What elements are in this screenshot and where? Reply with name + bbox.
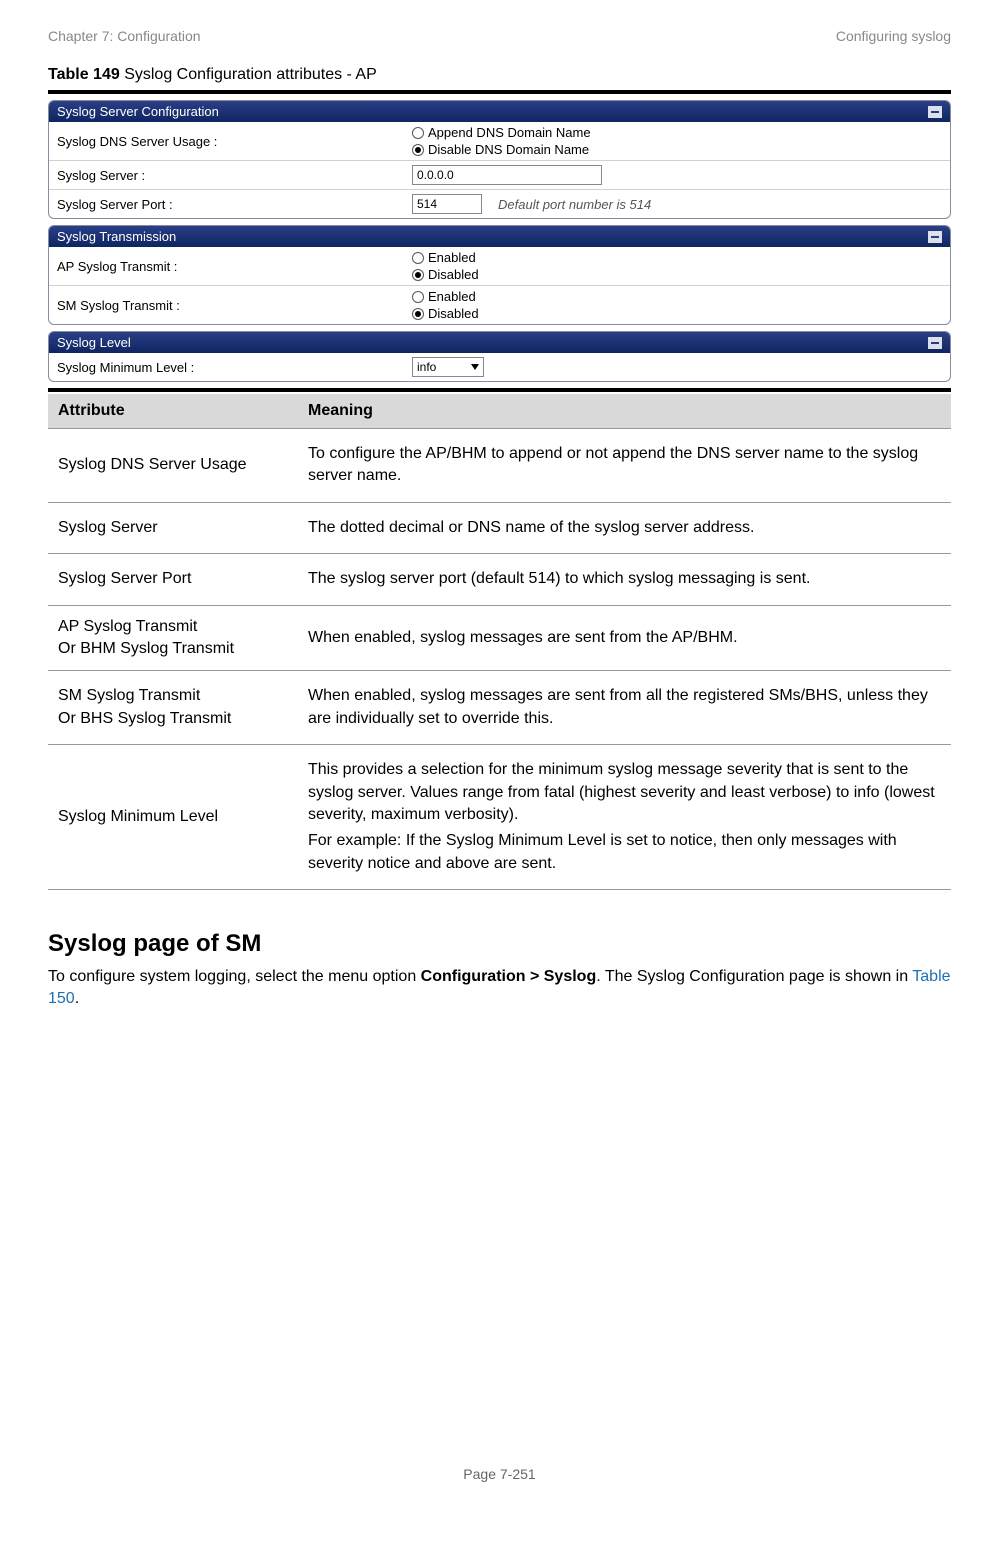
attribute-cell: AP Syslog TransmitOr BHM Syslog Transmit bbox=[48, 605, 298, 671]
min-level-label: Syslog Minimum Level : bbox=[57, 360, 412, 375]
radio-append-dns[interactable] bbox=[412, 127, 424, 139]
attribute-cell: Syslog Server bbox=[48, 502, 298, 553]
server-label: Syslog Server : bbox=[57, 168, 412, 183]
collapse-icon[interactable] bbox=[928, 231, 942, 243]
col-attribute: Attribute bbox=[48, 394, 298, 429]
section-title: Syslog page of SM bbox=[48, 930, 951, 958]
port-label: Syslog Server Port : bbox=[57, 197, 412, 212]
section-body: To configure system logging, select the … bbox=[48, 966, 951, 1011]
attribute-table: Attribute Meaning Syslog DNS Server Usag… bbox=[48, 394, 951, 890]
col-meaning: Meaning bbox=[298, 394, 951, 429]
table-row: Syslog Minimum LevelThis provides a sele… bbox=[48, 745, 951, 890]
radio-ap-disabled-label: Disabled bbox=[428, 267, 479, 282]
collapse-icon[interactable] bbox=[928, 337, 942, 349]
meaning-cell: When enabled, syslog messages are sent f… bbox=[298, 605, 951, 671]
header-right: Configuring syslog bbox=[836, 28, 951, 44]
header-left: Chapter 7: Configuration bbox=[48, 28, 201, 44]
radio-sm-enabled[interactable] bbox=[412, 291, 424, 303]
panel-level: Syslog Level Syslog Minimum Level : info bbox=[48, 331, 951, 382]
port-note: Default port number is 514 bbox=[498, 197, 651, 212]
table-row: Syslog Server PortThe syslog server port… bbox=[48, 554, 951, 605]
meaning-cell: This provides a selection for the minimu… bbox=[298, 745, 951, 890]
panel-transmission-header: Syslog Transmission bbox=[49, 226, 950, 247]
config-screenshot: Syslog Server Configuration Syslog DNS S… bbox=[48, 90, 951, 392]
panel-server-title: Syslog Server Configuration bbox=[57, 104, 219, 119]
radio-disable-dns[interactable] bbox=[412, 144, 424, 156]
panel-level-title: Syslog Level bbox=[57, 335, 131, 350]
dns-usage-label: Syslog DNS Server Usage : bbox=[57, 134, 412, 149]
radio-sm-enabled-label: Enabled bbox=[428, 289, 476, 304]
table-caption: Table 149 Syslog Configuration attribute… bbox=[48, 66, 951, 84]
attribute-cell: Syslog Minimum Level bbox=[48, 745, 298, 890]
page-footer: Page 7-251 bbox=[0, 1466, 999, 1482]
radio-sm-disabled-label: Disabled bbox=[428, 306, 479, 321]
table-row: SM Syslog TransmitOr BHS Syslog Transmit… bbox=[48, 671, 951, 745]
radio-ap-disabled[interactable] bbox=[412, 269, 424, 281]
radio-sm-disabled[interactable] bbox=[412, 308, 424, 320]
radio-disable-dns-label: Disable DNS Domain Name bbox=[428, 142, 589, 157]
sm-transmit-label: SM Syslog Transmit : bbox=[57, 298, 412, 313]
attribute-cell: SM Syslog TransmitOr BHS Syslog Transmit bbox=[48, 671, 298, 745]
meaning-cell: When enabled, syslog messages are sent f… bbox=[298, 671, 951, 745]
table-row: AP Syslog TransmitOr BHM Syslog Transmit… bbox=[48, 605, 951, 671]
panel-level-header: Syslog Level bbox=[49, 332, 950, 353]
meaning-cell: The dotted decimal or DNS name of the sy… bbox=[298, 502, 951, 553]
ap-transmit-label: AP Syslog Transmit : bbox=[57, 259, 412, 274]
min-level-select[interactable]: info bbox=[412, 357, 484, 377]
attribute-cell: Syslog Server Port bbox=[48, 554, 298, 605]
attribute-cell: Syslog DNS Server Usage bbox=[48, 429, 298, 503]
collapse-icon[interactable] bbox=[928, 106, 942, 118]
radio-ap-enabled-label: Enabled bbox=[428, 250, 476, 265]
panel-server-config: Syslog Server Configuration Syslog DNS S… bbox=[48, 100, 951, 219]
radio-ap-enabled[interactable] bbox=[412, 252, 424, 264]
server-input[interactable]: 0.0.0.0 bbox=[412, 165, 602, 185]
meaning-cell: To configure the AP/BHM to append or not… bbox=[298, 429, 951, 503]
table-row: Syslog ServerThe dotted decimal or DNS n… bbox=[48, 502, 951, 553]
panel-server-header: Syslog Server Configuration bbox=[49, 101, 950, 122]
meaning-cell: The syslog server port (default 514) to … bbox=[298, 554, 951, 605]
panel-transmission: Syslog Transmission AP Syslog Transmit :… bbox=[48, 225, 951, 325]
panel-transmission-title: Syslog Transmission bbox=[57, 229, 176, 244]
radio-append-dns-label: Append DNS Domain Name bbox=[428, 125, 591, 140]
table-row: Syslog DNS Server UsageTo configure the … bbox=[48, 429, 951, 503]
port-input[interactable]: 514 bbox=[412, 194, 482, 214]
